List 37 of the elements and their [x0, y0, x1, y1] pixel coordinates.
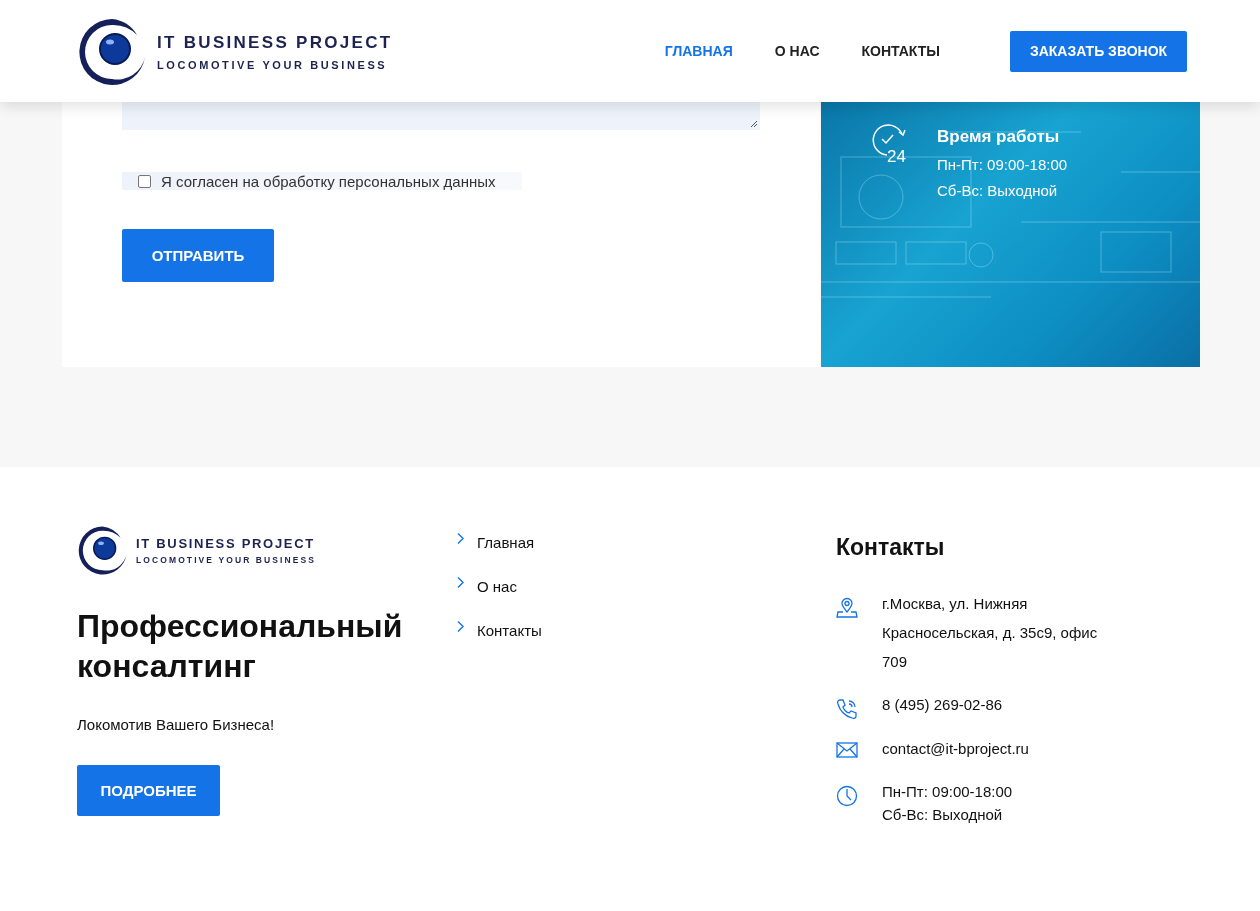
order-call-button[interactable]: ЗАКАЗАТЬ ЗВОНОК — [1010, 30, 1187, 72]
footer-tagline: Локомотив Вашего Бизнеса! — [77, 716, 276, 733]
nav-link[interactable]: ГЛАВНАЯ — [643, 37, 754, 65]
address-text: г.Москва, ул. Нижняя Красносельская, д. 35с9, офис 709 — [882, 594, 1099, 672]
hours-text: Сб-Вс: Выходной — [882, 805, 1004, 825]
email-link[interactable]: contact@it-bproject.ru — [882, 734, 1114, 763]
clock-icon — [836, 785, 858, 807]
logo-icon — [77, 17, 147, 87]
logo-title: IT BUSINESS PROJECT — [136, 536, 316, 551]
chevron-icon — [456, 576, 465, 589]
footer-link[interactable]: О нас — [477, 575, 517, 595]
submit-button[interactable]: ОТПРАВИТЬ — [122, 229, 274, 282]
message-field[interactable] — [122, 102, 760, 130]
footer-heading: Профессиональный консалтинг — [77, 607, 404, 686]
phone-icon — [836, 698, 858, 720]
logo-tagline: LOCOMOTIVE YOUR BUSINESS — [136, 555, 317, 565]
chevron-icon — [456, 532, 465, 545]
logo-icon — [77, 525, 128, 576]
nav-link[interactable]: О НАС — [753, 37, 841, 65]
envelope-icon — [836, 742, 858, 758]
resize-grip-icon — [750, 120, 758, 128]
contacts-heading: Контакты — [836, 533, 946, 562]
logo-title: IT BUSINESS PROJECT — [157, 33, 393, 53]
logo-tagline: LOCOMOTIVE YOUR BUSINESS — [157, 59, 389, 71]
nav-link[interactable]: КОНТАКТЫ — [840, 37, 961, 65]
consent-label: Я согласен на обработку персональных данных — [161, 172, 496, 190]
hours-text: Пн-Пт: 09:00-18:00 — [937, 156, 1068, 173]
hours-text: Пн-Пт: 09:00-18:00 — [882, 782, 1014, 802]
footer-link[interactable]: Контакты — [477, 619, 542, 639]
map-pin-icon — [836, 597, 858, 619]
more-button[interactable]: ПОДРОБНЕЕ — [77, 765, 220, 816]
hours-text: Сб-Вс: Выходной — [937, 182, 1059, 199]
hours-title: Время работы — [937, 127, 1061, 147]
footer-link[interactable]: Главная — [477, 531, 535, 551]
chevron-icon — [456, 620, 465, 633]
consent-checkbox[interactable] — [138, 174, 151, 188]
phone-text: 8 (495) 269-02-86 — [882, 695, 1004, 715]
